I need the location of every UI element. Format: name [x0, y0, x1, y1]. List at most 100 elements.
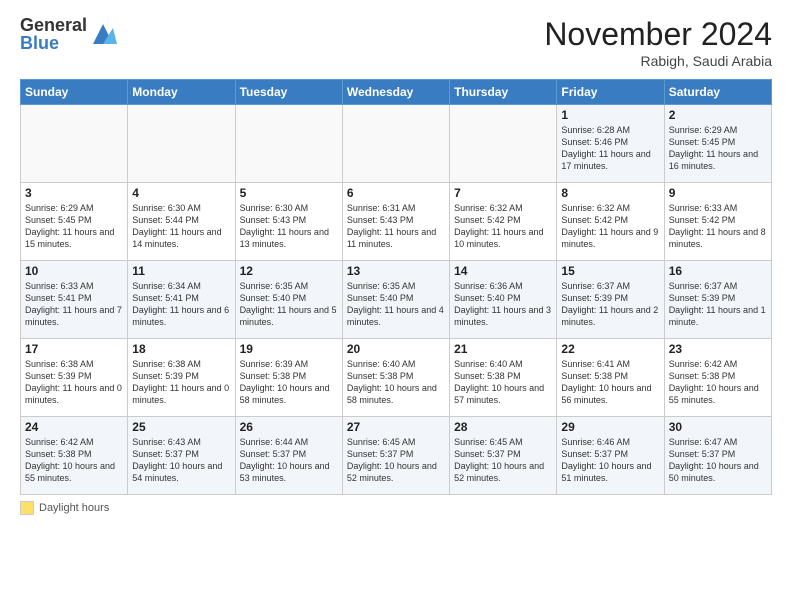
legend-label: Daylight hours — [39, 502, 109, 514]
calendar-cell: 3 Sunrise: 6:29 AM Sunset: 5:45 PM Daylig… — [21, 183, 128, 261]
calendar-cell: 26 Sunrise: 6:44 AM Sunset: 5:37 PM Dayli… — [235, 417, 342, 495]
day-info: Sunrise: 6:32 AM Sunset: 5:42 PM Dayligh… — [561, 202, 659, 251]
day-number: 9 — [669, 186, 767, 200]
day-info: Sunrise: 6:28 AM Sunset: 5:46 PM Dayligh… — [561, 124, 659, 173]
calendar-cell: 17 Sunrise: 6:38 AM Sunset: 5:39 PM Dayli… — [21, 339, 128, 417]
day-number: 20 — [347, 342, 445, 356]
header: General Blue November 2024 Rabigh, Saudi… — [20, 16, 772, 69]
day-number: 12 — [240, 264, 338, 278]
day-info: Sunrise: 6:45 AM Sunset: 5:37 PM Dayligh… — [347, 436, 445, 485]
calendar-cell — [342, 105, 449, 183]
day-info: Sunrise: 6:44 AM Sunset: 5:37 PM Dayligh… — [240, 436, 338, 485]
calendar-cell: 1 Sunrise: 6:28 AM Sunset: 5:46 PM Daylig… — [557, 105, 664, 183]
calendar-cell: 2 Sunrise: 6:29 AM Sunset: 5:45 PM Daylig… — [664, 105, 771, 183]
calendar-cell: 11Sunrise: 6:34 AM Sunset: 5:41 PM Dayli… — [128, 261, 235, 339]
day-info: Sunrise: 6:29 AM Sunset: 5:45 PM Dayligh… — [25, 202, 123, 251]
day-number: 18 — [132, 342, 230, 356]
day-info: Sunrise: 6:47 AM Sunset: 5:37 PM Dayligh… — [669, 436, 767, 485]
calendar-week-4: 17 Sunrise: 6:38 AM Sunset: 5:39 PM Dayli… — [21, 339, 772, 417]
day-number: 24 — [25, 420, 123, 434]
logo-text: General Blue — [20, 16, 87, 52]
day-number: 8 — [561, 186, 659, 200]
calendar-body: 1 Sunrise: 6:28 AM Sunset: 5:46 PM Daylig… — [21, 105, 772, 495]
day-number: 7 — [454, 186, 552, 200]
day-number: 4 — [132, 186, 230, 200]
page: General Blue November 2024 Rabigh, Saudi… — [0, 0, 792, 525]
calendar-week-3: 10Sunrise: 6:33 AM Sunset: 5:41 PM Dayli… — [21, 261, 772, 339]
day-number: 23 — [669, 342, 767, 356]
calendar-table: SundayMondayTuesdayWednesdayThursdayFrid… — [20, 79, 772, 495]
day-info: Sunrise: 6:38 AM Sunset: 5:39 PM Dayligh… — [132, 358, 230, 407]
day-number: 17 — [25, 342, 123, 356]
day-info: Sunrise: 6:42 AM Sunset: 5:38 PM Dayligh… — [25, 436, 123, 485]
calendar-cell: 12 Sunrise: 6:35 AM Sunset: 5:40 PM Dayli… — [235, 261, 342, 339]
day-number: 21 — [454, 342, 552, 356]
logo-blue: Blue — [20, 34, 87, 52]
day-number: 19 — [240, 342, 338, 356]
calendar-cell: 27 Sunrise: 6:45 AM Sunset: 5:37 PM Dayli… — [342, 417, 449, 495]
day-info: Sunrise: 6:39 AM Sunset: 5:38 PM Dayligh… — [240, 358, 338, 407]
calendar-header: SundayMondayTuesdayWednesdayThursdayFrid… — [21, 80, 772, 105]
day-info: Sunrise: 6:40 AM Sunset: 5:38 PM Dayligh… — [347, 358, 445, 407]
calendar-cell: 30 Sunrise: 6:47 AM Sunset: 5:37 PM Dayli… — [664, 417, 771, 495]
day-info: Sunrise: 6:42 AM Sunset: 5:38 PM Dayligh… — [669, 358, 767, 407]
calendar-cell: 28 Sunrise: 6:45 AM Sunset: 5:37 PM Dayli… — [450, 417, 557, 495]
calendar-cell — [128, 105, 235, 183]
day-info: Sunrise: 6:29 AM Sunset: 5:45 PM Dayligh… — [669, 124, 767, 173]
location: Rabigh, Saudi Arabia — [544, 53, 772, 69]
day-number: 1 — [561, 108, 659, 122]
weekday-header-sunday: Sunday — [21, 80, 128, 105]
calendar-cell — [21, 105, 128, 183]
day-info: Sunrise: 6:35 AM Sunset: 5:40 PM Dayligh… — [347, 280, 445, 329]
day-number: 15 — [561, 264, 659, 278]
calendar-cell: 29 Sunrise: 6:46 AM Sunset: 5:37 PM Dayli… — [557, 417, 664, 495]
day-number: 10 — [25, 264, 123, 278]
calendar-cell: 14Sunrise: 6:36 AM Sunset: 5:40 PM Dayli… — [450, 261, 557, 339]
calendar-cell: 5Sunrise: 6:30 AM Sunset: 5:43 PM Daylig… — [235, 183, 342, 261]
day-number: 27 — [347, 420, 445, 434]
weekday-header-friday: Friday — [557, 80, 664, 105]
day-info: Sunrise: 6:33 AM Sunset: 5:42 PM Dayligh… — [669, 202, 767, 251]
calendar-cell: 8 Sunrise: 6:32 AM Sunset: 5:42 PM Daylig… — [557, 183, 664, 261]
weekday-header-tuesday: Tuesday — [235, 80, 342, 105]
day-info: Sunrise: 6:45 AM Sunset: 5:37 PM Dayligh… — [454, 436, 552, 485]
day-info: Sunrise: 6:43 AM Sunset: 5:37 PM Dayligh… — [132, 436, 230, 485]
day-info: Sunrise: 6:46 AM Sunset: 5:37 PM Dayligh… — [561, 436, 659, 485]
weekday-header-wednesday: Wednesday — [342, 80, 449, 105]
day-info: Sunrise: 6:30 AM Sunset: 5:43 PM Dayligh… — [240, 202, 338, 251]
weekday-row: SundayMondayTuesdayWednesdayThursdayFrid… — [21, 80, 772, 105]
calendar-cell: 24 Sunrise: 6:42 AM Sunset: 5:38 PM Dayli… — [21, 417, 128, 495]
day-number: 2 — [669, 108, 767, 122]
calendar-cell — [235, 105, 342, 183]
day-number: 29 — [561, 420, 659, 434]
legend: Daylight hours — [20, 501, 772, 515]
day-info: Sunrise: 6:31 AM Sunset: 5:43 PM Dayligh… — [347, 202, 445, 251]
day-number: 30 — [669, 420, 767, 434]
logo: General Blue — [20, 16, 117, 52]
day-info: Sunrise: 6:37 AM Sunset: 5:39 PM Dayligh… — [561, 280, 659, 329]
weekday-header-saturday: Saturday — [664, 80, 771, 105]
calendar-cell: 18 Sunrise: 6:38 AM Sunset: 5:39 PM Dayli… — [128, 339, 235, 417]
calendar-cell: 7Sunrise: 6:32 AM Sunset: 5:42 PM Daylig… — [450, 183, 557, 261]
calendar-cell: 13 Sunrise: 6:35 AM Sunset: 5:40 PM Dayli… — [342, 261, 449, 339]
day-info: Sunrise: 6:35 AM Sunset: 5:40 PM Dayligh… — [240, 280, 338, 329]
calendar-cell: 9 Sunrise: 6:33 AM Sunset: 5:42 PM Daylig… — [664, 183, 771, 261]
calendar-cell: 10Sunrise: 6:33 AM Sunset: 5:41 PM Dayli… — [21, 261, 128, 339]
calendar-cell: 4Sunrise: 6:30 AM Sunset: 5:44 PM Daylig… — [128, 183, 235, 261]
day-number: 13 — [347, 264, 445, 278]
calendar-cell: 20 Sunrise: 6:40 AM Sunset: 5:38 PM Dayli… — [342, 339, 449, 417]
day-number: 6 — [347, 186, 445, 200]
weekday-header-monday: Monday — [128, 80, 235, 105]
calendar-cell: 15 Sunrise: 6:37 AM Sunset: 5:39 PM Dayli… — [557, 261, 664, 339]
title-block: November 2024 Rabigh, Saudi Arabia — [544, 16, 772, 69]
calendar-week-1: 1 Sunrise: 6:28 AM Sunset: 5:46 PM Daylig… — [21, 105, 772, 183]
legend-box — [20, 501, 34, 515]
day-number: 3 — [25, 186, 123, 200]
day-info: Sunrise: 6:38 AM Sunset: 5:39 PM Dayligh… — [25, 358, 123, 407]
day-number: 16 — [669, 264, 767, 278]
day-number: 28 — [454, 420, 552, 434]
day-info: Sunrise: 6:37 AM Sunset: 5:39 PM Dayligh… — [669, 280, 767, 329]
calendar-week-2: 3 Sunrise: 6:29 AM Sunset: 5:45 PM Daylig… — [21, 183, 772, 261]
calendar-cell: 23 Sunrise: 6:42 AM Sunset: 5:38 PM Dayli… — [664, 339, 771, 417]
day-number: 26 — [240, 420, 338, 434]
